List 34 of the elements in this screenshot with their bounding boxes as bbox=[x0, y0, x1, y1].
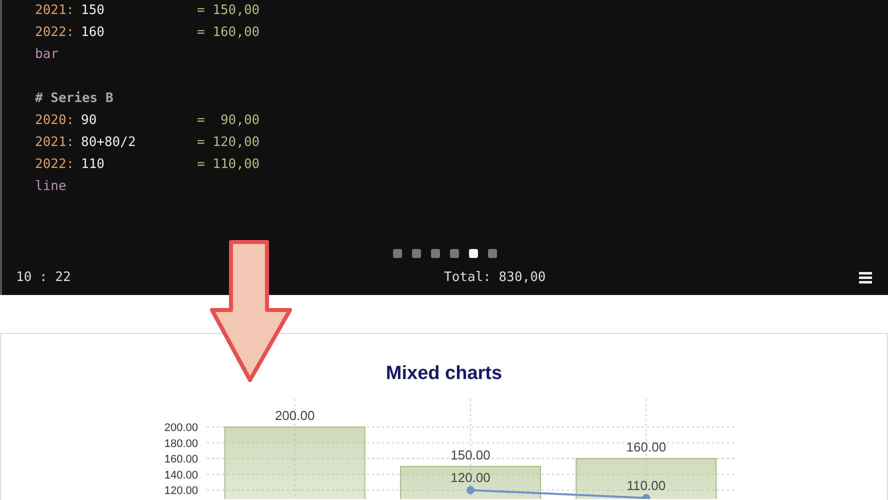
data-label: 160.00 bbox=[626, 440, 666, 455]
chart-type-keyword: bar bbox=[35, 46, 58, 64]
y-tick-label: 180.00 bbox=[164, 438, 198, 450]
year-label: 2021: bbox=[35, 134, 76, 152]
y-tick-label: 160.00 bbox=[164, 454, 198, 466]
year-label: 2021: bbox=[35, 2, 76, 20]
data-label: 200.00 bbox=[274, 408, 315, 423]
year-label: 2022: bbox=[35, 156, 76, 174]
year-label: 2022: bbox=[35, 24, 76, 42]
result-value: = 150,00 bbox=[197, 2, 260, 20]
result-value: = 90,00 bbox=[197, 112, 260, 130]
result-value: = 110,00 bbox=[197, 156, 260, 174]
data-point bbox=[466, 486, 474, 494]
data-label: 110.00 bbox=[626, 478, 666, 493]
year-label: 2020: bbox=[35, 112, 76, 130]
data-label: 120.00 bbox=[450, 470, 490, 486]
data-label: 150.00 bbox=[450, 447, 490, 462]
comment-text: # Series B bbox=[35, 90, 114, 108]
menu-icon[interactable] bbox=[858, 271, 872, 284]
expression-text: 110 bbox=[81, 156, 106, 174]
expression-text: 150 bbox=[81, 2, 106, 20]
y-tick-label: 140.00 bbox=[164, 469, 198, 482]
chart-title: Mixed charts bbox=[384, 362, 504, 386]
data-point bbox=[642, 494, 650, 499]
cursor-position: 10 : 22 bbox=[16, 270, 71, 285]
y-tick-label: 200.00 bbox=[164, 422, 198, 434]
chart-type-keyword: line bbox=[35, 178, 66, 196]
expression-text: 90 bbox=[81, 112, 98, 130]
expression-text: 160 bbox=[81, 24, 106, 42]
total-text: Total: 830,00 bbox=[444, 270, 546, 285]
result-value: = 160,00 bbox=[197, 24, 260, 42]
result-value: = 120,00 bbox=[197, 134, 260, 152]
y-tick-label: 120.00 bbox=[164, 485, 198, 498]
expression-text: 80+80/2 bbox=[81, 134, 137, 152]
